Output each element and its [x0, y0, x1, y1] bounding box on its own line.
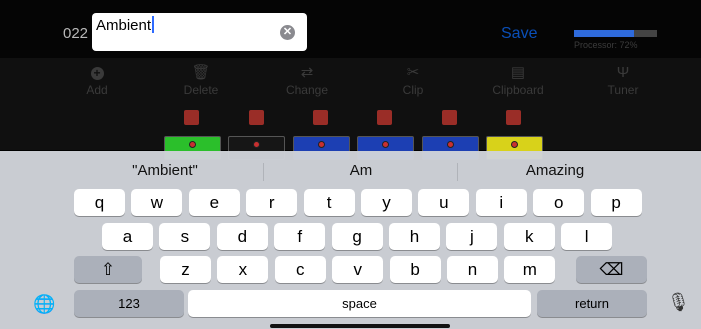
- microphone-icon[interactable]: 🎙: [667, 292, 690, 313]
- processor-label: Processor: 72%: [574, 40, 638, 50]
- suggestion-item[interactable]: Am: [266, 162, 456, 179]
- clip-button[interactable]: ✂ Clip: [373, 64, 453, 97]
- key-t[interactable]: t: [303, 189, 355, 216]
- clipboard-button[interactable]: ▤ Clipboard: [478, 64, 558, 97]
- key-m[interactable]: m: [504, 256, 556, 283]
- delete-key[interactable]: ⌫: [576, 256, 647, 283]
- change-icon: ⇄: [300, 64, 314, 81]
- slot-toggle[interactable]: [249, 110, 264, 125]
- numbers-key[interactable]: 123: [74, 290, 184, 317]
- delete-label: Delete: [183, 83, 219, 97]
- scissors-icon: ✂: [406, 64, 420, 81]
- add-icon: +: [90, 67, 104, 80]
- key-z[interactable]: z: [160, 256, 211, 283]
- slot-toggle[interactable]: [377, 110, 392, 125]
- preset-number: 022: [63, 25, 89, 42]
- tuner-button[interactable]: Ψ Tuner: [583, 64, 663, 97]
- suggestion-item[interactable]: Amazing: [460, 162, 650, 179]
- key-k[interactable]: k: [503, 223, 555, 250]
- suggestion-item[interactable]: "Ambient": [70, 162, 260, 179]
- preset-name-input[interactable]: Ambient ✕: [92, 13, 307, 51]
- key-q[interactable]: q: [74, 189, 125, 216]
- tuner-icon: Ψ: [616, 64, 630, 81]
- change-button[interactable]: ⇄ Change: [267, 64, 347, 97]
- clipboard-label: Clipboard: [492, 83, 544, 97]
- key-a[interactable]: a: [102, 223, 153, 250]
- clipboard-icon: ▤: [510, 64, 526, 81]
- trash-icon: 🗑: [191, 64, 211, 81]
- top-bar: 022 Ambient ✕ Save Processor: 72%: [0, 0, 701, 58]
- key-j[interactable]: j: [446, 223, 498, 250]
- pedal-led: [253, 141, 260, 148]
- tuner-label: Tuner: [607, 83, 639, 97]
- on-screen-keyboard: "Ambient" Am Amazing qwertyuiop asdfghjk…: [0, 151, 701, 329]
- home-indicator: [270, 324, 450, 328]
- key-r[interactable]: r: [246, 189, 298, 216]
- pedal-led: [447, 141, 454, 148]
- app-area: 022 Ambient ✕ Save Processor: 72% + Add …: [0, 0, 701, 160]
- space-key[interactable]: space: [188, 290, 531, 317]
- key-b[interactable]: b: [389, 256, 441, 283]
- key-c[interactable]: c: [274, 256, 326, 283]
- add-button[interactable]: + Add: [57, 64, 137, 98]
- key-f[interactable]: f: [274, 223, 326, 250]
- pedal-led: [382, 141, 389, 148]
- suggestion-divider: [457, 163, 458, 181]
- key-u[interactable]: u: [418, 189, 470, 216]
- save-button[interactable]: Save: [501, 25, 537, 43]
- slot-toggle[interactable]: [442, 110, 457, 125]
- suggestion-bar: "Ambient" Am Amazing: [0, 151, 701, 191]
- processor-meter-fill: [574, 30, 634, 37]
- key-h[interactable]: h: [389, 223, 440, 250]
- key-e[interactable]: e: [188, 189, 240, 216]
- clear-text-button[interactable]: ✕: [280, 25, 295, 40]
- key-s[interactable]: s: [159, 223, 211, 250]
- slot-toggle[interactable]: [506, 110, 521, 125]
- shift-key[interactable]: ⇧: [74, 256, 142, 283]
- toolbar: + Add 🗑 Delete ⇄ Change ✂ Clip ▤ Clipboa…: [0, 60, 701, 104]
- suggestion-divider: [263, 163, 264, 181]
- key-n[interactable]: n: [447, 256, 498, 283]
- add-label: Add: [86, 83, 108, 97]
- change-label: Change: [285, 83, 329, 97]
- key-y[interactable]: y: [361, 189, 412, 216]
- text-caret: [152, 16, 155, 33]
- key-o[interactable]: o: [533, 189, 585, 216]
- processor-meter: [574, 30, 657, 37]
- key-w[interactable]: w: [131, 189, 183, 216]
- delete-button[interactable]: 🗑 Delete: [161, 64, 241, 97]
- preset-name-value: Ambient: [96, 17, 152, 34]
- clip-label: Clip: [402, 83, 424, 97]
- slot-toggle[interactable]: [184, 110, 199, 125]
- key-d[interactable]: d: [216, 223, 268, 250]
- globe-icon[interactable]: 🌐: [33, 294, 55, 315]
- pedal-led: [318, 141, 325, 148]
- key-p[interactable]: p: [590, 189, 642, 216]
- key-g[interactable]: g: [331, 223, 383, 250]
- key-i[interactable]: i: [475, 189, 527, 216]
- return-key[interactable]: return: [537, 290, 647, 317]
- slot-toggle[interactable]: [313, 110, 328, 125]
- key-v[interactable]: v: [332, 256, 384, 283]
- key-x[interactable]: x: [217, 256, 269, 283]
- pedal-led: [189, 141, 196, 148]
- key-l[interactable]: l: [561, 223, 613, 250]
- pedal-led: [511, 141, 518, 148]
